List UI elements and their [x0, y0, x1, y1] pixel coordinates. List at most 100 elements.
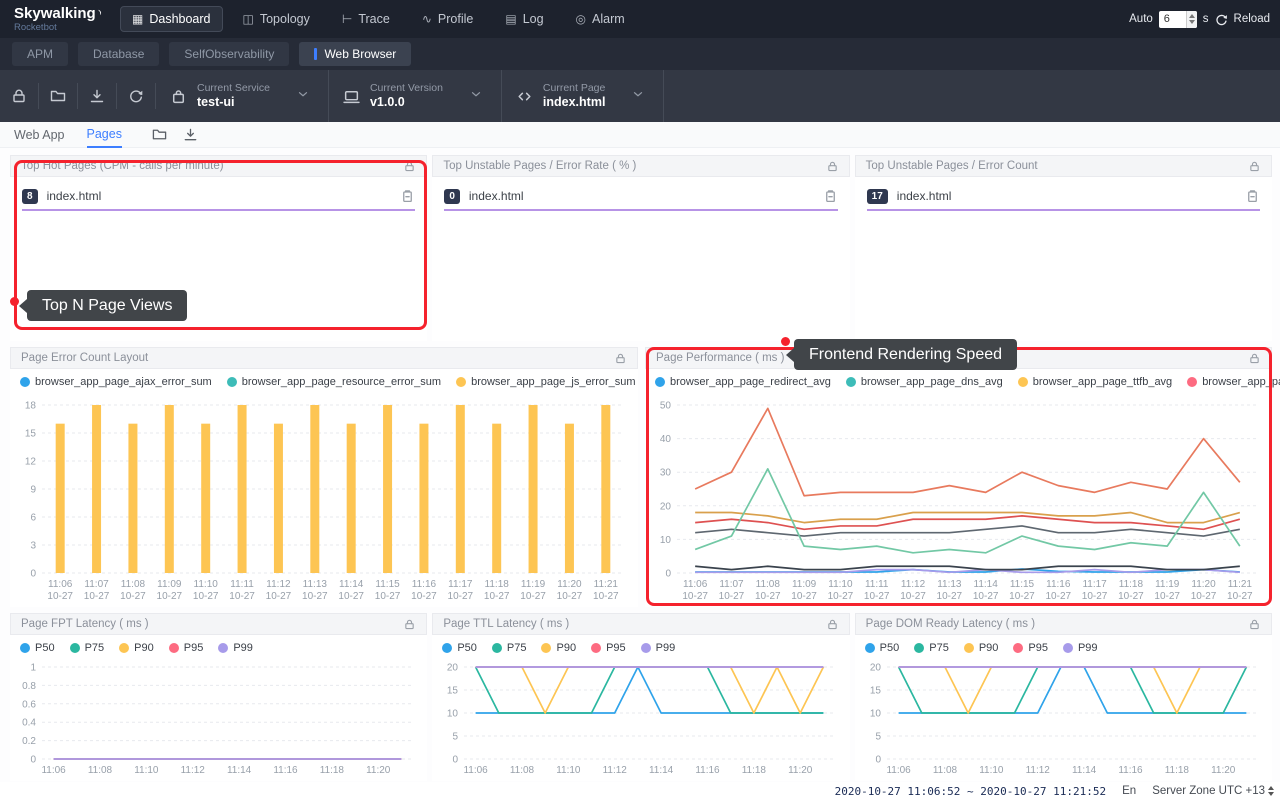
import-icon[interactable] — [89, 88, 105, 104]
legend-item-p90[interactable]: P90 — [119, 642, 154, 654]
legend-item-browser-app-page-js-error-sum[interactable]: browser_app_page_js_error_sum — [456, 376, 635, 388]
dashboard-tab-apm[interactable]: APM — [12, 42, 68, 66]
tab-web-app[interactable]: Web App — [14, 122, 65, 148]
card-title: Top Unstable Pages / Error Count — [866, 160, 1038, 172]
legend-item-p95[interactable]: P95 — [169, 642, 204, 654]
svg-text:10-27: 10-27 — [682, 591, 708, 602]
auto-interval-spinner[interactable] — [1186, 11, 1197, 28]
selector-label: Current Service — [197, 82, 270, 95]
svg-text:10-27: 10-27 — [557, 591, 583, 602]
time-range-picker[interactable]: 2020-10-27 11:06:52 ~ 2020-10-27 11:21:5… — [835, 785, 1107, 798]
dashboard-tab-web-browser[interactable]: Web Browser — [299, 42, 411, 66]
legend-item-browser-app-page-ajax-error-sum[interactable]: browser_app_page_ajax_error_sum — [20, 376, 212, 388]
legend-dot — [846, 377, 856, 387]
legend-item-p75[interactable]: P75 — [492, 642, 527, 654]
chart-legend: P50 P75 P90 P95 P99 — [10, 635, 427, 661]
dashboard-tab-database[interactable]: Database — [78, 42, 159, 66]
folder-icon[interactable] — [50, 88, 66, 104]
legend-dot — [227, 377, 237, 387]
list-item[interactable]: 8 index.html — [10, 183, 427, 209]
tab-pages[interactable]: Pages — [87, 122, 122, 148]
value-badge: 17 — [867, 189, 888, 204]
legend-item-p95[interactable]: P95 — [591, 642, 626, 654]
copy-icon[interactable] — [823, 189, 838, 204]
legend-item-p90[interactable]: P90 — [964, 642, 999, 654]
legend-item-browser-app-page-dns-avg[interactable]: browser_app_page_dns_avg — [846, 376, 1003, 388]
lock-icon[interactable] — [403, 618, 416, 631]
lock-icon[interactable] — [1248, 352, 1261, 365]
svg-text:5: 5 — [453, 732, 459, 743]
crescent-icon — [97, 6, 102, 19]
card-title: Page TTL Latency ( ms ) — [443, 618, 569, 630]
svg-text:10-27: 10-27 — [302, 591, 328, 602]
server-zone-control[interactable]: Server Zone UTC +13 — [1152, 785, 1274, 797]
legend-item-browser-app-page-resource-error-sum[interactable]: browser_app_page_resource_error_sum — [227, 376, 441, 388]
svg-text:10-27: 10-27 — [755, 591, 781, 602]
lock-icon[interactable] — [403, 160, 416, 173]
menu-item-alarm[interactable]: ◎Alarm — [564, 6, 637, 32]
copy-icon[interactable] — [1245, 189, 1260, 204]
svg-text:11:11: 11:11 — [865, 579, 889, 590]
lock-icon[interactable] — [1248, 618, 1261, 631]
copy-icon[interactable] — [400, 189, 415, 204]
legend-item-p50[interactable]: P50 — [20, 642, 55, 654]
lock-icon[interactable] — [11, 88, 27, 104]
legend-item-browser-app-page-tcp-avg[interactable]: browser_app_page_tcp_avg — [1187, 376, 1280, 388]
chart-page-performance: 0102030405011:0610-2711:0710-2711:0810-2… — [645, 397, 1272, 607]
legend-label: P95 — [184, 642, 204, 654]
logo-title: Skywalking — [14, 6, 102, 21]
bar-chart-icon: ▦ — [132, 12, 143, 26]
selector-current-version[interactable]: Current Versionv1.0.0 — [329, 70, 502, 122]
legend-item-p90[interactable]: P90 — [541, 642, 576, 654]
svg-text:11:18: 11:18 — [742, 765, 767, 776]
list-item[interactable]: 17index.html — [855, 183, 1272, 209]
legend-item-p50[interactable]: P50 — [442, 642, 477, 654]
legend-item-browser-app-page-redirect-avg[interactable]: browser_app_page_redirect_avg — [655, 376, 831, 388]
legend-item-p50[interactable]: P50 — [865, 642, 900, 654]
selector-current-page[interactable]: Current Pageindex.html — [502, 70, 665, 122]
lock-icon[interactable] — [614, 352, 627, 365]
log-icon: ▤ — [505, 12, 516, 26]
legend-item-browser-app-page-ttfb-avg[interactable]: browser_app_page_ttfb_avg — [1018, 376, 1172, 388]
menu-item-profile[interactable]: ∿Profile — [410, 6, 486, 32]
svg-text:11:20: 11:20 — [1211, 765, 1236, 776]
lock-icon[interactable] — [826, 160, 839, 173]
bar — [201, 424, 210, 573]
export-icon[interactable] — [183, 127, 198, 142]
refresh-icon[interactable] — [128, 88, 144, 104]
legend-label: P90 — [134, 642, 154, 654]
folder-icon[interactable] — [152, 127, 167, 142]
logo-text: Skywalking — [14, 6, 96, 21]
legend-item-p99[interactable]: P99 — [641, 642, 676, 654]
lock-icon[interactable] — [826, 618, 839, 631]
selector-value: v1.0.0 — [370, 95, 443, 110]
menu-item-topology[interactable]: ◫Topology — [231, 6, 322, 32]
reload-icon[interactable] — [1215, 13, 1228, 26]
legend-item-p95[interactable]: P95 — [1013, 642, 1048, 654]
logo[interactable]: Skywalking Rocketbot — [14, 6, 102, 33]
selector-current-service[interactable]: Current Servicetest-ui — [156, 70, 329, 122]
service-icon — [170, 88, 187, 105]
reload-button[interactable]: Reload — [1234, 13, 1270, 25]
legend-item-p99[interactable]: P99 — [1063, 642, 1098, 654]
legend-item-p75[interactable]: P75 — [70, 642, 105, 654]
value-badge: 8 — [22, 189, 38, 204]
auto-interval-input[interactable]: 6 — [1159, 11, 1197, 28]
bar — [565, 424, 574, 573]
legend-item-p99[interactable]: P99 — [218, 642, 253, 654]
legend-label: P75 — [85, 642, 105, 654]
lock-icon[interactable] — [1248, 160, 1261, 173]
legend-item-p75[interactable]: P75 — [914, 642, 949, 654]
card-header: Top Unstable Pages / Error Count — [855, 155, 1272, 177]
bar — [492, 424, 501, 573]
menu-item-trace[interactable]: ⊢Trace — [330, 6, 402, 32]
dashboard-tab-selfobservability[interactable]: SelfObservability — [169, 42, 289, 66]
zone-spinner[interactable] — [1268, 786, 1274, 796]
svg-text:10-27: 10-27 — [120, 591, 146, 602]
menu-item-dashboard[interactable]: ▦Dashboard — [120, 6, 223, 32]
page-name: index.html — [47, 189, 102, 203]
language-selector[interactable]: En — [1122, 785, 1136, 797]
list-item[interactable]: 0index.html — [432, 183, 849, 209]
menu-item-log[interactable]: ▤Log — [493, 6, 555, 32]
legend-label: browser_app_page_redirect_avg — [670, 376, 831, 388]
